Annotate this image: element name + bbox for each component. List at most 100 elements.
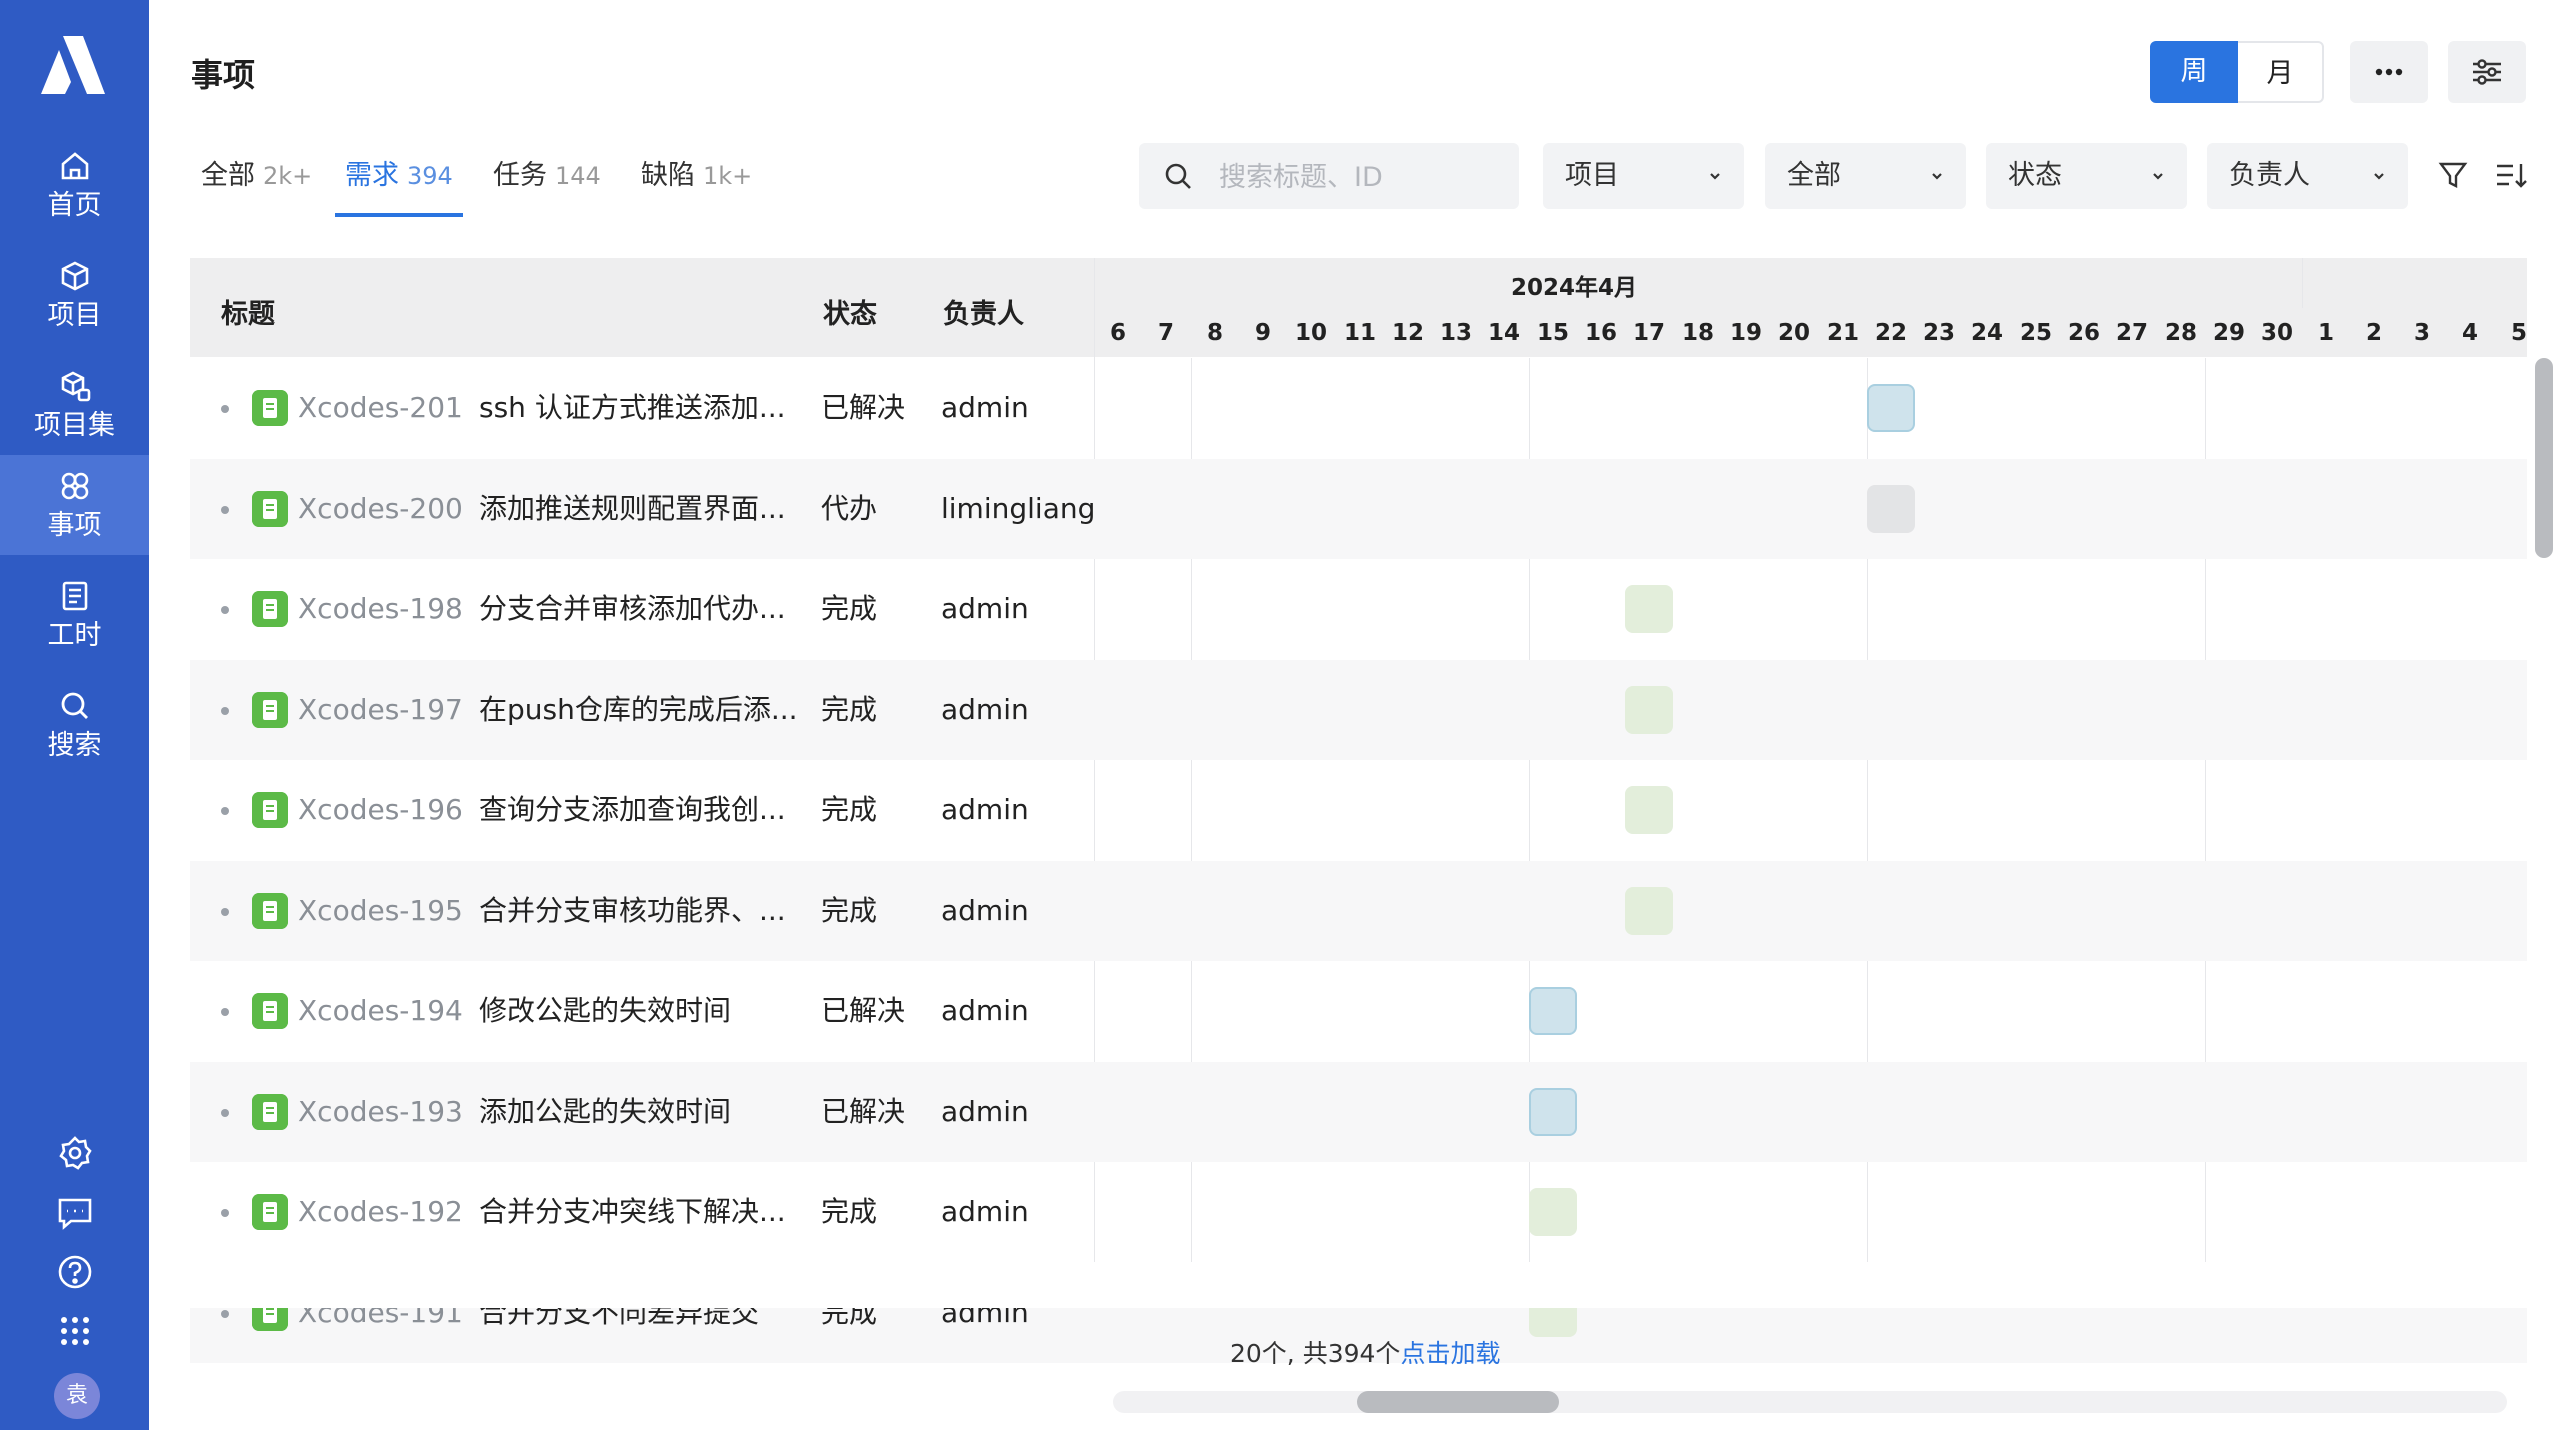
gantt-day-label: 23 [1922,320,1955,346]
sidebar-item-worktime[interactable]: 工时 [0,565,149,665]
sidebar-item-label: 工时 [47,620,102,651]
gantt-bar[interactable] [1529,1188,1577,1236]
sidebar-item-label: 首页 [47,190,102,221]
table-row[interactable]: Xcodes-193 添加公匙的失效时间 已解决 admin [190,1062,2527,1162]
issue-id[interactable]: Xcodes-194 [298,991,463,1031]
sidebar-item-project[interactable]: 项目 [0,245,149,345]
gantt-day-label: 8 [1206,320,1223,346]
gantt-bar[interactable] [1625,786,1673,834]
load-more-link[interactable]: 点击加载 [1400,1339,1500,1368]
sidebar-item-project-set[interactable]: 项目集 [0,355,149,455]
table-row[interactable]: Xcodes-196 查询分支添加查询我创... 完成 admin [190,760,2527,860]
issue-owner: admin [941,1195,1029,1228]
tab-tasks[interactable]: 任务 144 [493,158,601,194]
issue-id[interactable]: Xcodes-201 [298,388,463,428]
gantt-day-label: 4 [2461,320,2478,346]
gantt-day-label: 18 [1681,320,1714,346]
project-filter-dropdown[interactable]: 项目 [1543,143,1744,209]
issue-title[interactable]: ssh 认证方式推送添加... [479,388,786,428]
issue-title[interactable]: 分支合并审核添加代办... [479,589,786,629]
issue-owner: admin [941,1095,1029,1128]
issue-title[interactable]: 查询分支添加查询我创... [479,790,786,830]
filter-icon[interactable] [2435,157,2471,193]
column-header-title[interactable]: 标题 [221,292,275,331]
tab-count: 1k+ [703,162,753,190]
issue-id[interactable]: Xcodes-193 [298,1092,463,1132]
view-settings-button[interactable] [2448,41,2526,103]
gantt-bar[interactable] [1625,686,1673,734]
issue-title[interactable]: 修改公匙的失效时间 [479,991,731,1031]
sort-icon[interactable] [2493,157,2529,193]
issue-owner: admin [941,894,1029,927]
requirement-type-icon [252,792,288,828]
horizontal-scrollbar-thumb[interactable] [1357,1391,1559,1413]
apps-grid-icon[interactable] [56,1312,94,1350]
gantt-bar[interactable] [1625,887,1673,935]
issue-title[interactable]: 添加推送规则配置界面... [479,489,786,529]
table-row[interactable]: Xcodes-192 合并分支冲突线下解决... 完成 admin [190,1162,2527,1262]
issue-title[interactable]: 合并分支冲突线下解决... [479,1192,786,1232]
gantt-day-label: 17 [1632,320,1665,346]
column-header-owner[interactable]: 负责人 [943,292,1024,331]
tab-requirements[interactable]: 需求 394 [345,158,453,194]
gantt-bar[interactable] [1529,1088,1577,1136]
more-button[interactable] [2350,41,2428,103]
avatar[interactable]: 袁 [54,1373,100,1419]
table-row[interactable]: Xcodes-197 在push仓库的完成后添... 完成 admin [190,660,2527,760]
table-row[interactable]: Xcodes-201 ssh 认证方式推送添加... 已解决 admin [190,358,2527,458]
issue-id[interactable]: Xcodes-192 [298,1192,463,1232]
tab-all[interactable]: 全部 2k+ [201,158,312,194]
pagination-count: 20个, 共394个 [1230,1339,1401,1368]
sidebar-item-home[interactable]: 首页 [0,135,149,235]
issue-title[interactable]: 在push仓库的完成后添... [479,690,798,730]
gantt-day-label: 16 [1584,320,1617,346]
issue-title[interactable]: 合并分支审核功能界、... [479,891,786,931]
sidebar-item-search[interactable]: 搜索 [0,675,149,775]
gantt-day-label: 9 [1254,320,1271,346]
chevron-down-icon [2153,173,2163,180]
view-month-button[interactable]: 月 [2238,41,2324,103]
table-row[interactable]: Xcodes-200 添加推送规则配置界面... 代办 limingliang [190,459,2527,559]
owner-filter-dropdown[interactable]: 负责人 [2207,143,2408,209]
gantt-day-label: 1 [2317,320,2334,346]
dropdown-label: 负责人 [2229,160,2310,191]
app-logo[interactable] [41,36,105,94]
requirement-type-icon [252,390,288,426]
gantt-day-label: 5 [2510,320,2527,346]
settings-icon[interactable] [56,1134,94,1172]
column-header-status[interactable]: 状态 [823,292,877,331]
message-icon[interactable] [56,1194,94,1232]
issue-id[interactable]: Xcodes-195 [298,891,463,931]
gantt-bar[interactable] [1529,987,1577,1035]
gantt-bar[interactable] [1625,585,1673,633]
issue-owner: admin [941,693,1029,726]
sidebar-item-issues[interactable]: 事项 [0,455,149,555]
chevron-down-icon [2374,173,2384,180]
gantt-bar[interactable] [1867,485,1915,533]
horizontal-scrollbar-track[interactable] [1113,1391,2507,1413]
document-icon [62,581,88,611]
issue-id[interactable]: Xcodes-200 [298,489,463,529]
table-row[interactable]: Xcodes-198 分支合并审核添加代办... 完成 admin [190,559,2527,659]
issue-id[interactable]: Xcodes-196 [298,790,463,830]
status-filter-dropdown[interactable]: 状态 [1986,143,2187,209]
requirement-type-icon [252,893,288,929]
tab-defects[interactable]: 缺陷 1k+ [641,158,752,194]
issue-id[interactable]: Xcodes-198 [298,589,463,629]
view-week-button[interactable]: 周 [2150,41,2238,103]
scope-filter-dropdown[interactable]: 全部 [1765,143,1966,209]
issue-id[interactable]: Xcodes-197 [298,690,463,730]
table-row[interactable]: Xcodes-194 修改公匙的失效时间 已解决 admin [190,961,2527,1061]
table-row[interactable]: Xcodes-195 合并分支审核功能界、... 完成 admin [190,861,2527,961]
help-icon[interactable] [56,1253,94,1291]
row-bullet [221,506,229,514]
search-input[interactable] [1217,143,1511,211]
gantt-month-label: 2024年4月 [1511,275,1638,301]
issue-title[interactable]: 添加公匙的失效时间 [479,1092,731,1132]
active-tab-indicator [335,213,463,217]
issue-status: 已解决 [821,1095,906,1128]
gantt-day-label: 13 [1439,320,1472,346]
vertical-scrollbar-thumb[interactable] [2535,358,2553,558]
gantt-bar[interactable] [1867,384,1915,432]
issue-status: 代办 [821,492,878,525]
